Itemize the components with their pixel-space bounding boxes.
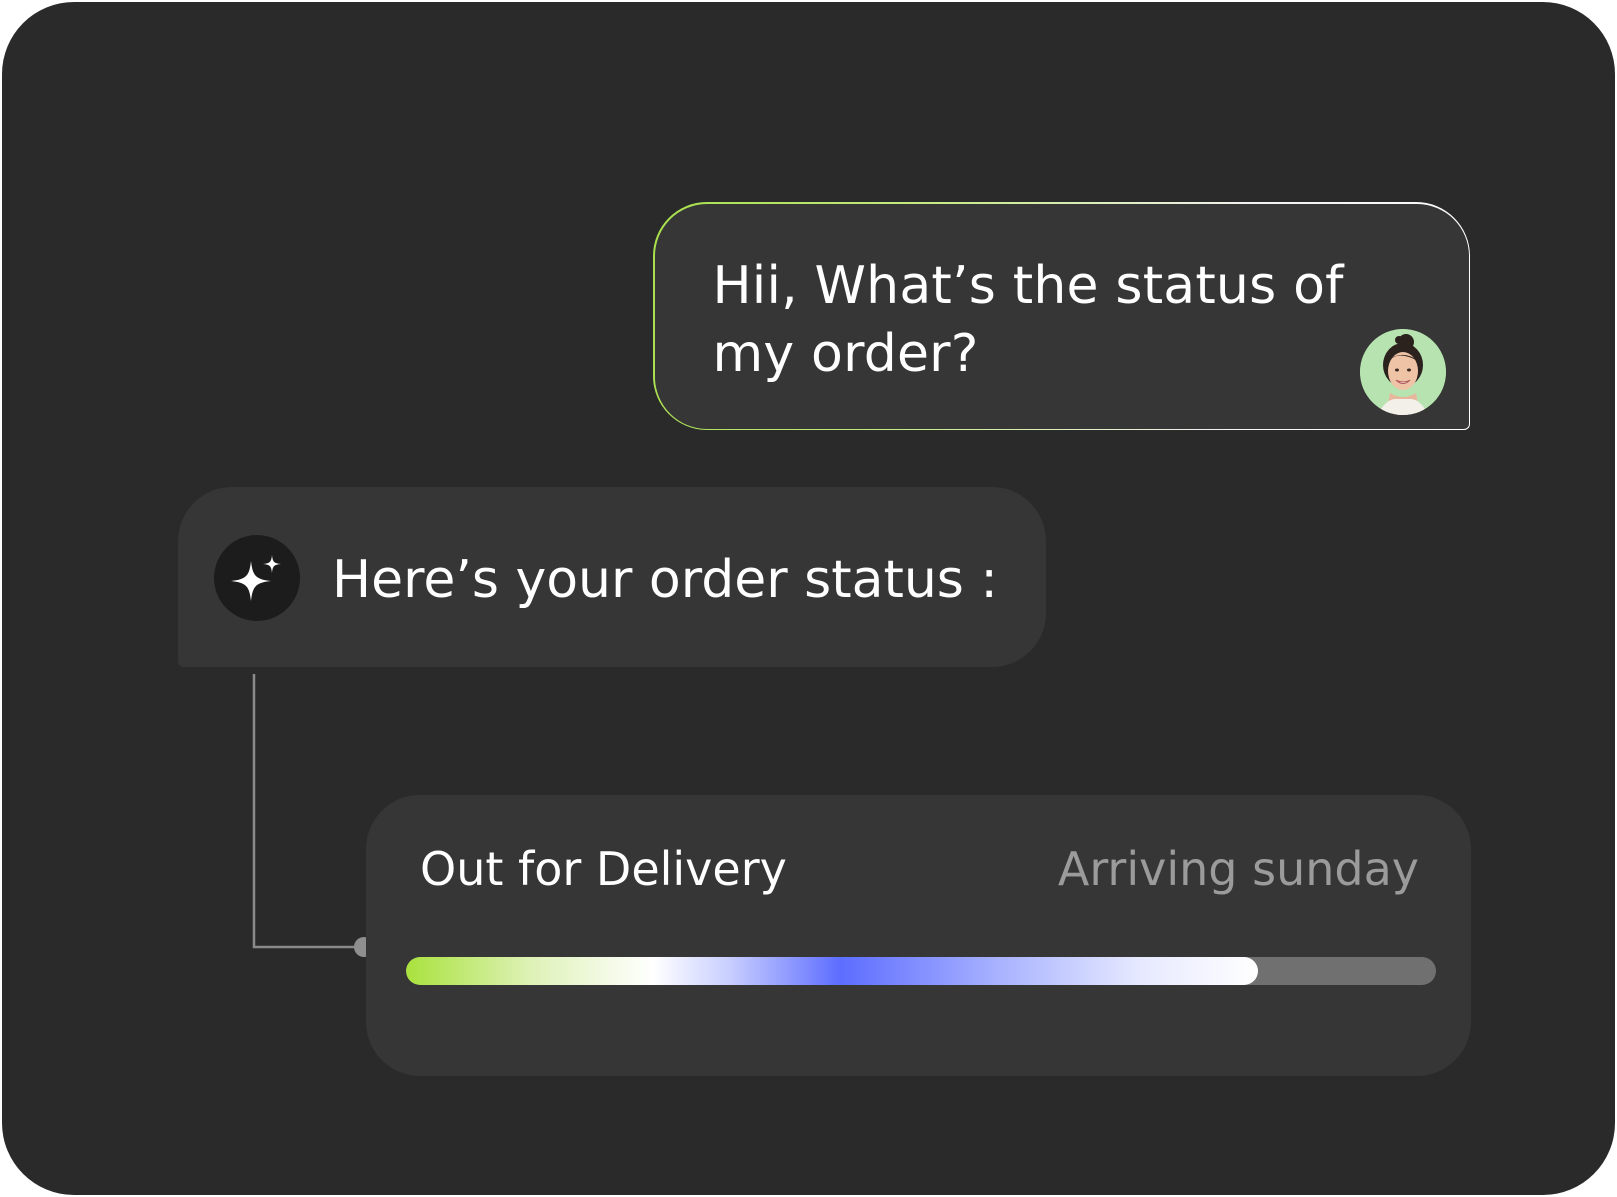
arrival-estimate: Arriving sunday bbox=[1057, 842, 1419, 896]
delivery-progress-bar bbox=[406, 957, 1436, 985]
user-message-text: Hii, What’s the status of my order? bbox=[712, 255, 1344, 384]
user-avatar bbox=[1359, 328, 1446, 415]
delivery-progress-fill bbox=[406, 957, 1258, 985]
user-message-bubble: Hii, What’s the status of my order? bbox=[653, 202, 1470, 430]
assistant-message-bubble: Here’s your order status : bbox=[178, 487, 1046, 667]
order-status-label: Out for Delivery bbox=[420, 842, 787, 896]
assistant-message-text: Here’s your order status : bbox=[332, 550, 998, 610]
chat-panel: Hii, What’s the status of my order? Here… bbox=[2, 2, 1615, 1195]
sparkle-icon bbox=[214, 535, 300, 621]
order-status-card[interactable]: Out for Delivery Arriving sunday bbox=[366, 795, 1471, 1076]
user-message-body: Hii, What’s the status of my order? bbox=[654, 203, 1469, 429]
user-avatar-portrait bbox=[1359, 328, 1446, 415]
